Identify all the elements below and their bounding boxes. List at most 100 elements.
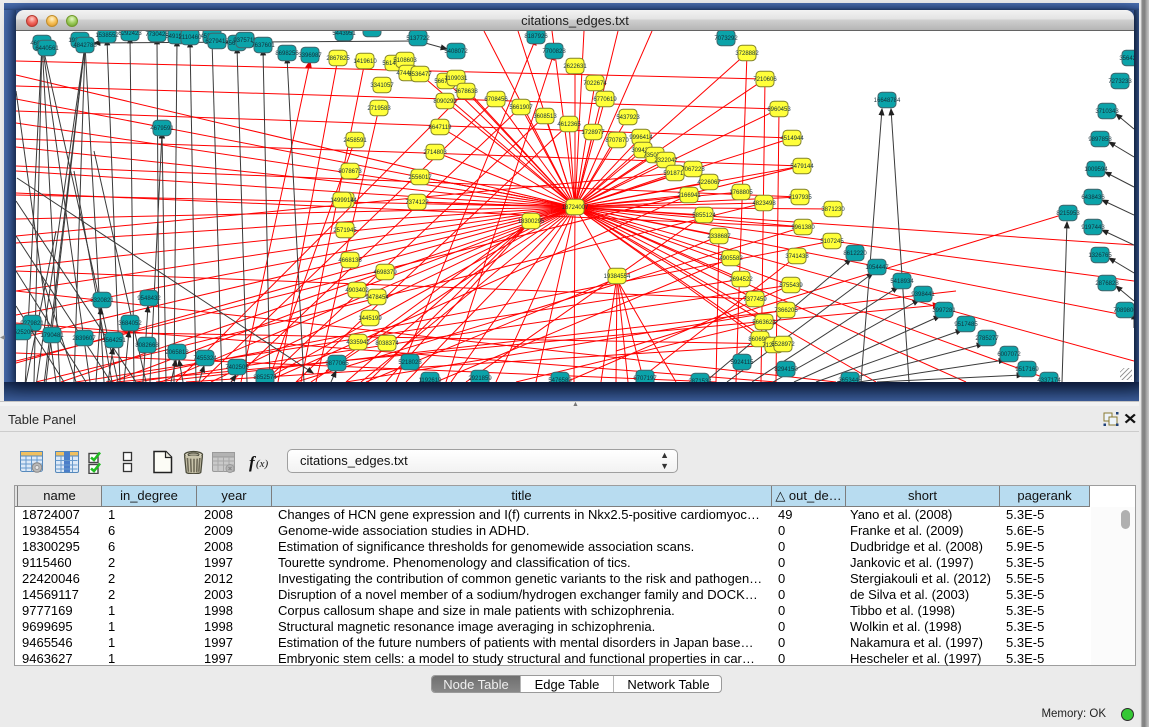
svg-text:5108603: 5108603 — [393, 58, 417, 64]
svg-text:8078673: 8078673 — [338, 169, 362, 175]
svg-text:4514944: 4514944 — [780, 136, 804, 142]
svg-text:(x): (x) — [256, 458, 269, 470]
svg-text:5137722: 5137722 — [406, 36, 430, 42]
svg-text:6438436: 6438436 — [1081, 195, 1105, 201]
svg-text:2065818: 2065818 — [165, 350, 189, 356]
svg-text:7022674: 7022674 — [583, 81, 607, 87]
svg-text:7637601: 7637601 — [251, 43, 275, 49]
svg-text:7089806: 7089806 — [1113, 308, 1134, 314]
svg-text:8536477: 8536477 — [408, 72, 432, 78]
svg-text:1499914: 1499914 — [330, 198, 354, 204]
svg-text:2622631: 2622631 — [563, 64, 587, 70]
svg-text:8852574: 8852574 — [253, 375, 277, 381]
svg-text:9548432: 9548432 — [137, 296, 161, 302]
svg-text:1192619: 1192619 — [419, 378, 443, 382]
svg-text:3728882: 3728882 — [735, 51, 759, 57]
svg-text:4679591: 4679591 — [150, 126, 174, 132]
svg-text:2839607: 2839607 — [72, 336, 96, 342]
svg-text:3710343: 3710343 — [1095, 109, 1119, 115]
svg-text:8612220: 8612220 — [843, 251, 867, 257]
svg-text:1054447: 1054447 — [865, 265, 889, 271]
svg-text:5476583: 5476583 — [548, 378, 572, 382]
svg-text:3871230: 3871230 — [821, 207, 845, 213]
svg-text:16648784: 16648784 — [874, 98, 901, 104]
svg-text:3608513: 3608513 — [533, 114, 557, 120]
svg-text:4842788: 4842788 — [73, 43, 97, 49]
svg-text:5663623: 5663623 — [752, 320, 776, 326]
svg-text:3684052: 3684052 — [118, 321, 142, 327]
svg-text:2719583: 2719583 — [367, 106, 391, 112]
svg-text:6707197: 6707197 — [633, 376, 657, 382]
svg-text:3341057: 3341057 — [370, 83, 394, 89]
svg-text:7377459: 7377459 — [743, 297, 767, 303]
svg-text:2110460: 2110460 — [179, 35, 203, 41]
svg-text:9517485: 9517485 — [954, 322, 978, 328]
svg-text:3997281: 3997281 — [932, 308, 956, 314]
svg-text:2338687: 2338687 — [707, 234, 731, 240]
svg-text:9478454: 9478454 — [365, 295, 389, 301]
svg-text:1419610: 1419610 — [353, 59, 377, 65]
svg-text:8698256: 8698256 — [275, 51, 299, 57]
svg-text:3741438: 3741438 — [785, 254, 809, 260]
svg-text:7366205: 7366205 — [774, 308, 798, 314]
svg-text:3653446: 3653446 — [838, 378, 862, 382]
svg-text:4903402: 4903402 — [345, 288, 369, 294]
svg-text:5408072: 5408072 — [444, 49, 468, 55]
svg-text:2694522: 2694522 — [729, 277, 753, 283]
svg-text:6292423: 6292423 — [118, 31, 142, 37]
svg-text:8294150: 8294150 — [774, 367, 798, 373]
svg-text:8038374: 8038374 — [375, 341, 399, 347]
svg-text:3396987: 3396987 — [298, 53, 322, 59]
svg-text:9961380: 9961380 — [791, 225, 815, 231]
svg-text:8707870: 8707870 — [605, 138, 629, 144]
svg-text:7374122: 7374122 — [405, 200, 429, 206]
svg-text:5443951: 5443951 — [332, 31, 356, 37]
svg-text:2166941: 2166941 — [677, 193, 701, 199]
svg-text:4226067: 4226067 — [697, 180, 721, 186]
svg-text:4823498: 4823498 — [752, 201, 776, 207]
svg-text:5107245: 5107245 — [820, 239, 844, 245]
svg-text:5479144: 5479144 — [790, 164, 814, 170]
svg-text:2921859: 2921859 — [468, 376, 492, 382]
svg-text:6440561: 6440561 — [35, 46, 59, 52]
svg-text:2556017: 2556017 — [408, 175, 432, 181]
svg-text:1538552: 1538552 — [95, 33, 119, 39]
svg-text:19384554: 19384554 — [604, 274, 631, 280]
svg-text:1445199: 1445199 — [358, 316, 382, 322]
svg-text:9517169: 9517169 — [1015, 367, 1039, 373]
svg-text:3320821: 3320821 — [90, 298, 114, 304]
svg-text:5437923: 5437923 — [616, 115, 640, 121]
svg-text:2322047: 2322047 — [654, 158, 678, 164]
svg-text:6770619: 6770619 — [593, 97, 617, 103]
svg-text:7402509: 7402509 — [225, 365, 249, 371]
svg-text:4905582: 4905582 — [719, 256, 743, 262]
svg-text:9996414: 9996414 — [629, 135, 653, 141]
svg-text:7273233: 7273233 — [1108, 79, 1132, 85]
svg-text:1109031: 1109031 — [445, 76, 469, 82]
svg-text:8215953: 8215953 — [1056, 211, 1080, 217]
svg-text:2867825: 2867825 — [326, 56, 350, 62]
svg-text:7073292: 7073292 — [714, 36, 738, 42]
svg-text:8090293: 8090293 — [433, 99, 457, 105]
svg-text:7210606: 7210606 — [753, 77, 777, 83]
svg-text:5924115: 5924115 — [731, 360, 755, 366]
svg-text:8082668: 8082668 — [135, 343, 159, 349]
svg-text:18300295: 18300295 — [518, 219, 545, 225]
svg-text:1768805: 1768805 — [729, 190, 753, 196]
svg-text:6708456: 6708456 — [484, 97, 508, 103]
svg-text:1326765: 1326765 — [1088, 253, 1112, 259]
svg-text:3564217: 3564217 — [1119, 56, 1134, 62]
svg-text:9897858: 9897858 — [1088, 137, 1112, 143]
svg-text:1009594: 1009594 — [1084, 167, 1108, 173]
svg-text:3564251: 3564251 — [102, 338, 126, 344]
svg-text:4668136: 4668136 — [338, 258, 362, 264]
svg-text:2525206: 2525206 — [16, 330, 34, 336]
svg-text:2871534: 2871534 — [688, 379, 712, 382]
svg-text:9197443: 9197443 — [1081, 225, 1105, 231]
svg-text:7067228: 7067228 — [681, 167, 705, 173]
svg-text:5418934: 5418934 — [890, 279, 914, 285]
svg-text:18724007: 18724007 — [562, 205, 589, 211]
svg-text:7455324: 7455324 — [193, 356, 217, 362]
svg-text:4612365: 4612365 — [557, 122, 581, 128]
svg-text:4337174: 4337174 — [1037, 378, 1061, 382]
